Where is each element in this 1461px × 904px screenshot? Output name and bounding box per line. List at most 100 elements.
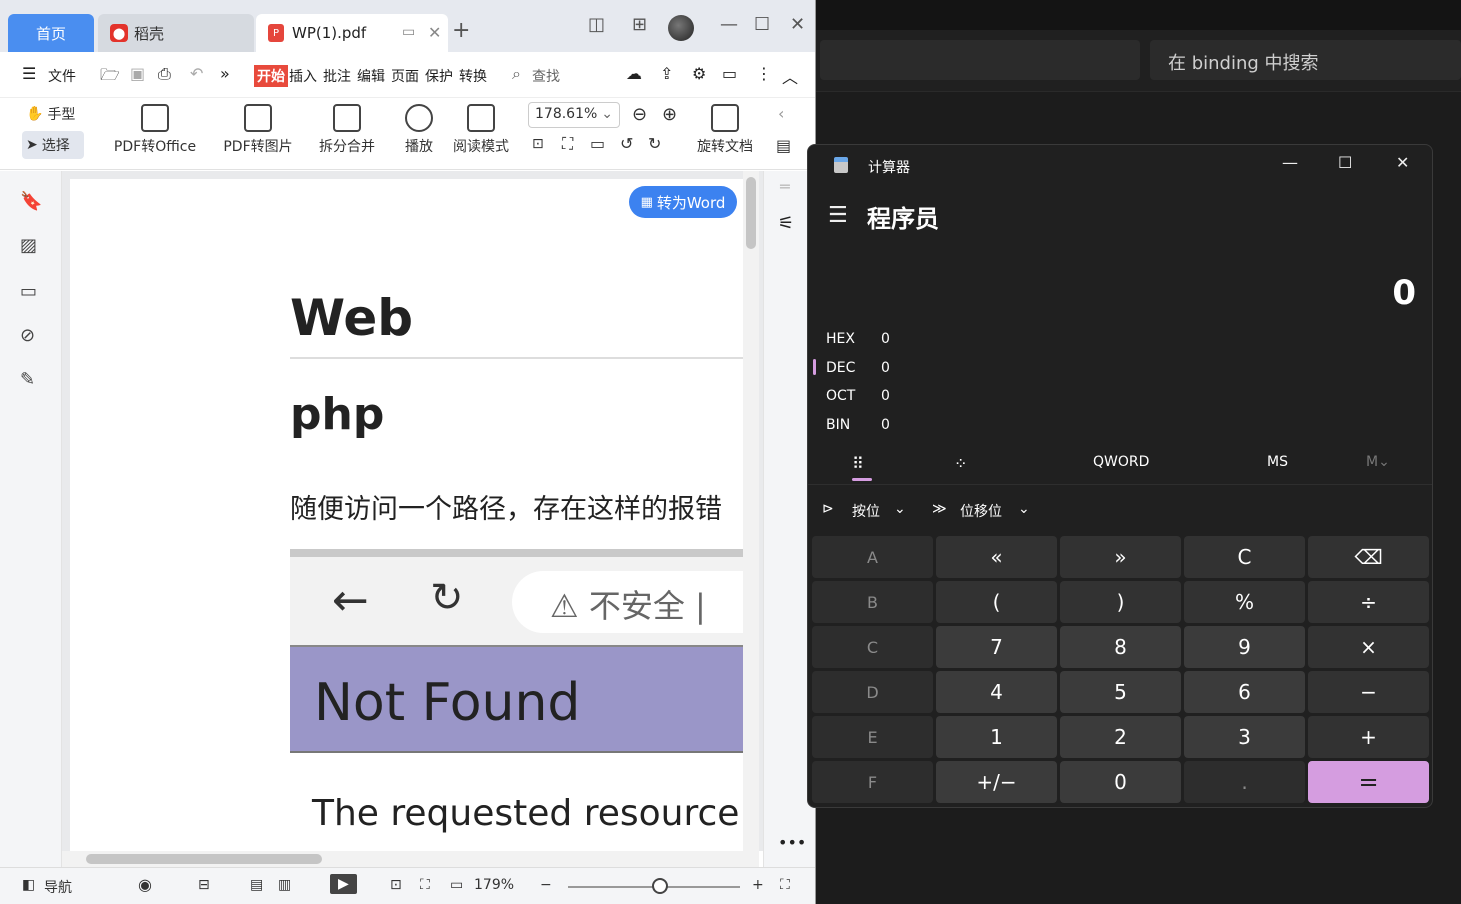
new-tab-icon[interactable]: +: [452, 18, 470, 43]
settings-icon[interactable]: ⚙: [692, 64, 706, 83]
comment-panel-icon[interactable]: ▭: [20, 281, 40, 302]
comment-icon[interactable]: ▭: [722, 64, 737, 83]
memory-store-button[interactable]: MS: [1267, 454, 1288, 470]
fit-width-status-icon[interactable]: ▭: [450, 877, 463, 893]
split-merge-button[interactable]: 拆分合并: [308, 104, 386, 156]
key-close-paren[interactable]: ): [1060, 581, 1181, 623]
status-zoom-value[interactable]: 179%: [474, 877, 514, 893]
bookmark-icon[interactable]: 🔖: [20, 191, 42, 212]
bitshift-dropdown[interactable]: 位移位: [960, 501, 1002, 521]
close-icon[interactable]: ✕: [1396, 153, 1409, 172]
fit-page-status-icon[interactable]: ⛶: [420, 877, 430, 893]
zoom-out-status-icon[interactable]: −: [540, 877, 552, 893]
base-oct[interactable]: OCT 0: [826, 388, 890, 404]
key-open-paren[interactable]: (: [936, 581, 1057, 623]
key-0[interactable]: 0: [1060, 761, 1181, 803]
play-slideshow-icon[interactable]: ▶: [330, 874, 357, 894]
menu-insert[interactable]: 插入: [289, 66, 317, 86]
word-size-button[interactable]: QWORD: [1093, 454, 1149, 470]
avatar[interactable]: [668, 15, 694, 41]
collapse-ribbon-icon[interactable]: ︿: [782, 64, 798, 88]
key-8[interactable]: 8: [1060, 626, 1181, 668]
layout-icon[interactable]: ◫: [588, 14, 605, 35]
grid-apps-icon[interactable]: ⊞: [632, 14, 647, 35]
menu-edit[interactable]: 编辑: [357, 66, 385, 86]
vertical-scroll-thumb[interactable]: [746, 177, 756, 249]
menu-start[interactable]: 开始: [254, 65, 288, 87]
zoom-in-icon[interactable]: ⊕: [662, 104, 677, 125]
rotate-right-icon[interactable]: ↻: [648, 134, 661, 153]
key-5[interactable]: 5: [1060, 671, 1181, 713]
panel-icon[interactable]: ▤: [776, 136, 791, 155]
single-page-icon[interactable]: ⊟: [198, 877, 210, 893]
key-1[interactable]: 1: [936, 716, 1057, 758]
key-backspace[interactable]: ⌫: [1308, 536, 1429, 578]
undo-icon[interactable]: ↶: [190, 64, 203, 83]
key-d[interactable]: D: [812, 671, 933, 713]
base-dec[interactable]: DEC 0: [826, 360, 890, 376]
close-tab-icon[interactable]: ✕: [428, 23, 441, 42]
print-icon[interactable]: ⎙: [158, 64, 171, 84]
zoom-slider-knob[interactable]: [652, 878, 668, 894]
minimize-icon[interactable]: —: [720, 14, 738, 35]
key-2[interactable]: 2: [1060, 716, 1181, 758]
vertical-scrollbar[interactable]: [743, 171, 759, 851]
fullscreen-icon[interactable]: ⛶: [780, 877, 790, 893]
convert-to-word-button[interactable]: ▦ 转为Word: [629, 186, 737, 218]
select-tool[interactable]: ➤ 选择: [26, 135, 70, 155]
more-icon[interactable]: »: [220, 64, 230, 83]
drag-handle-icon[interactable]: ═: [780, 177, 790, 196]
menu-file[interactable]: 文件: [48, 66, 76, 86]
key-equals[interactable]: =: [1308, 761, 1429, 803]
tab-document[interactable]: P WP(1).pdf ▭ ✕: [256, 14, 448, 52]
menu-protect[interactable]: 保护: [425, 66, 453, 86]
key-7[interactable]: 7: [936, 626, 1057, 668]
fit-page-icon[interactable]: ⛶: [562, 134, 573, 154]
open-folder-icon[interactable]: 🗁: [100, 64, 120, 91]
key-3[interactable]: 3: [1184, 716, 1305, 758]
memory-dropdown-button[interactable]: M⌄: [1366, 454, 1390, 470]
save-icon[interactable]: ▣: [130, 64, 145, 83]
rotate-left-icon[interactable]: ↺: [620, 134, 633, 153]
key-decimal[interactable]: .: [1184, 761, 1305, 803]
more-vertical-icon[interactable]: ⋮: [756, 64, 772, 83]
key-b[interactable]: B: [812, 581, 933, 623]
menu-annotate[interactable]: 批注: [323, 66, 351, 86]
key-multiply[interactable]: ×: [1308, 626, 1429, 668]
full-keypad-icon[interactable]: ⠿: [852, 454, 864, 473]
scroll-left-icon[interactable]: ‹: [778, 104, 784, 123]
key-percent[interactable]: %: [1184, 581, 1305, 623]
key-add[interactable]: +: [1308, 716, 1429, 758]
close-window-icon[interactable]: ✕: [790, 14, 805, 35]
cloud-sync-icon[interactable]: ☁: [626, 64, 642, 83]
key-4[interactable]: 4: [936, 671, 1057, 713]
background-input[interactable]: [820, 40, 1140, 80]
nav-label[interactable]: 导航: [44, 877, 72, 897]
actual-size-icon[interactable]: ⊡: [532, 136, 544, 152]
eye-icon[interactable]: ◉: [138, 875, 152, 894]
signature-icon[interactable]: ✎: [20, 369, 40, 390]
properties-icon[interactable]: ⚟: [778, 213, 794, 234]
search-icon[interactable]: ⌕: [512, 64, 521, 84]
more-horizontal-icon[interactable]: •••: [778, 833, 806, 852]
pdf-to-image-button[interactable]: PDF转图片: [218, 104, 298, 156]
tab-daoke[interactable]: ⬤ 稻壳: [98, 14, 254, 52]
zoom-in-status-icon[interactable]: +: [752, 877, 764, 893]
zoom-out-icon[interactable]: ⊖: [632, 104, 647, 125]
key-6[interactable]: 6: [1184, 671, 1305, 713]
key-f[interactable]: F: [812, 761, 933, 803]
bitwise-dropdown[interactable]: 按位: [852, 501, 880, 521]
key-a[interactable]: A: [812, 536, 933, 578]
attachment-icon[interactable]: ⊘: [20, 325, 40, 346]
hand-tool[interactable]: ✋ 手型: [26, 104, 75, 124]
base-bin[interactable]: BIN 0: [826, 417, 890, 433]
nav-panel-icon[interactable]: ◧: [22, 877, 35, 893]
share-icon[interactable]: ⇪: [660, 64, 673, 83]
two-page-icon[interactable]: ▥: [278, 877, 291, 893]
continuous-icon[interactable]: ▤: [250, 877, 263, 893]
actual-size-status-icon[interactable]: ⊡: [390, 877, 402, 893]
thumbnail-icon[interactable]: ▨: [20, 235, 40, 256]
hamburger-menu-icon[interactable]: ☰: [828, 203, 848, 228]
rotate-doc-button[interactable]: 旋转文档: [692, 104, 758, 156]
bit-toggle-keypad-icon[interactable]: ⁘: [954, 454, 967, 473]
